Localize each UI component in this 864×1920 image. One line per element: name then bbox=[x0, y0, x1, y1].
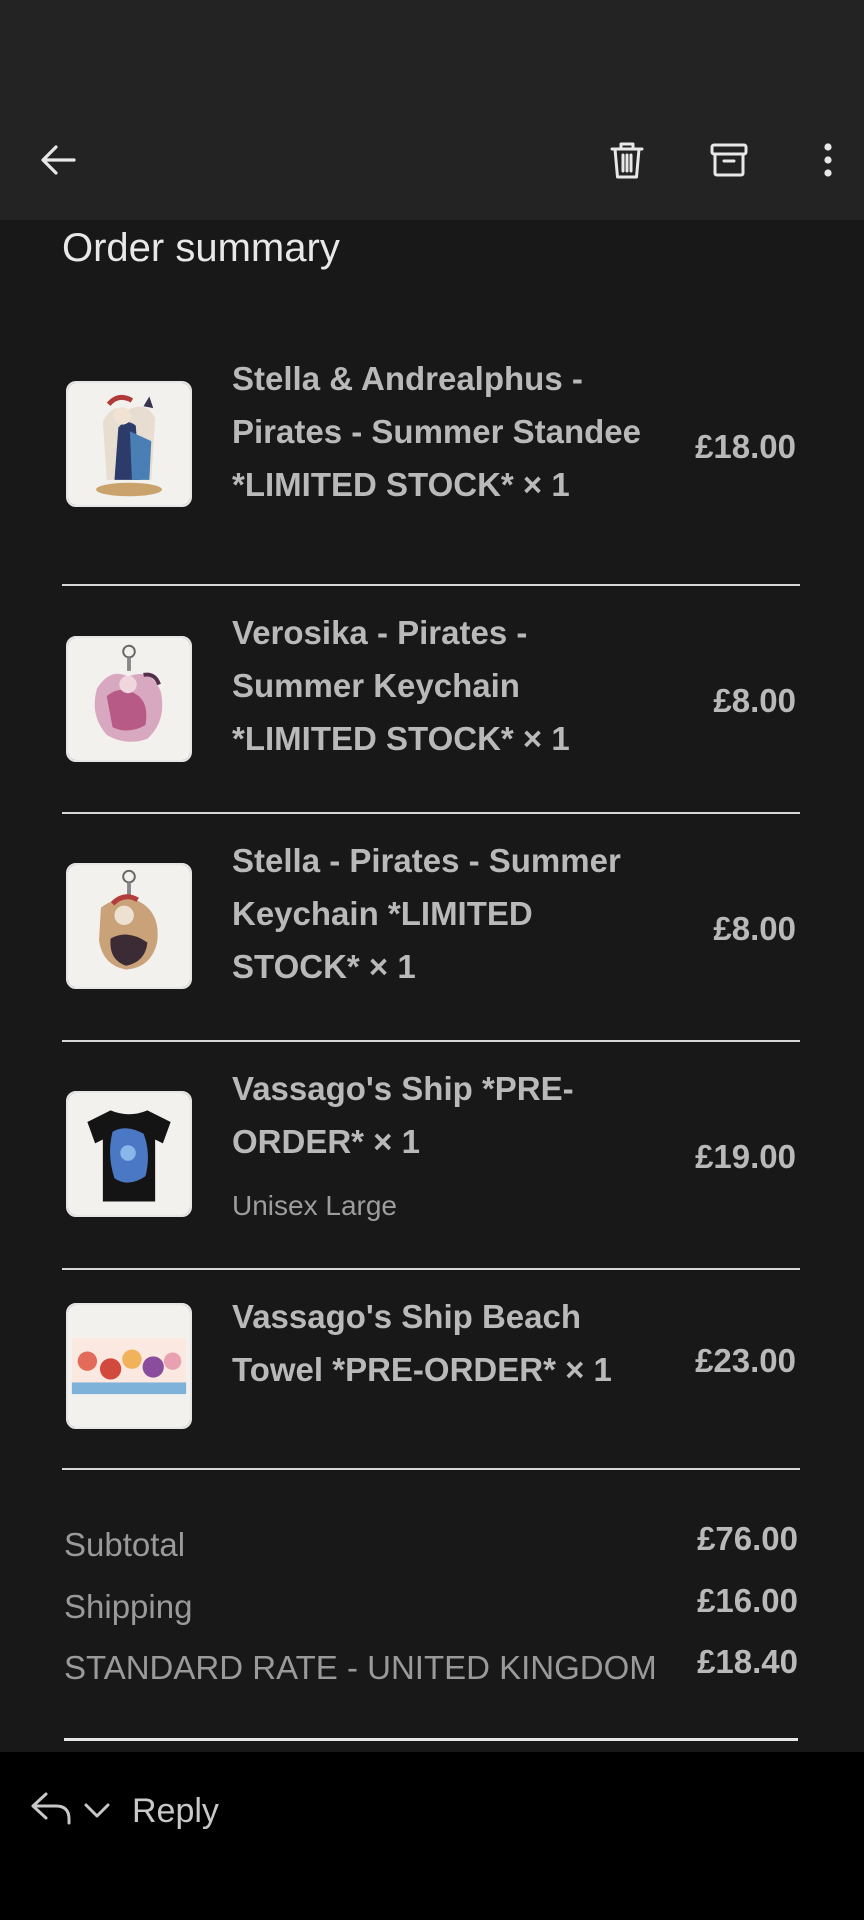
shipping-value: £16.00 bbox=[697, 1582, 798, 1619]
archive-button[interactable] bbox=[697, 128, 761, 192]
item-name: Stella & Andrealphus - Pirates - Summer … bbox=[232, 360, 641, 503]
item-variant: Unisex Large bbox=[232, 1190, 397, 1221]
product-image bbox=[66, 381, 192, 507]
order-item[interactable]: Vassago's Ship Beach Towel *PRE-ORDER* ×… bbox=[62, 1270, 800, 1470]
arrow-left-icon bbox=[41, 145, 76, 175]
order-summary-section: Order summary Stella & Andrealphus - Pir… bbox=[0, 220, 864, 1752]
item-name: Verosika - Pirates - Summer Keychain *LI… bbox=[232, 614, 570, 757]
product-image bbox=[66, 1303, 192, 1429]
item-name: Vassago's Ship Beach Towel *PRE-ORDER* ×… bbox=[232, 1298, 612, 1388]
reply-icon[interactable] bbox=[28, 1788, 74, 1828]
product-image bbox=[66, 863, 192, 989]
shipping-label: Shipping bbox=[64, 1588, 193, 1625]
delete-button[interactable] bbox=[595, 128, 659, 192]
more-vertical-icon bbox=[824, 143, 832, 177]
item-name: Vassago's Ship *PRE-ORDER* × 1 bbox=[232, 1070, 574, 1160]
reply-bar: Reply bbox=[0, 1752, 864, 1920]
page-title: Order summary bbox=[62, 226, 340, 270]
shipping-row: Shipping £16.00 bbox=[64, 1582, 798, 1638]
shipping-method-value: £18.40 bbox=[697, 1643, 798, 1680]
archive-icon bbox=[710, 143, 748, 177]
subtotal-value: £76.00 bbox=[697, 1520, 798, 1557]
status-bar bbox=[0, 0, 864, 100]
order-item[interactable]: Vassago's Ship *PRE-ORDER* × 1 Unisex La… bbox=[62, 1042, 800, 1270]
item-price: £18.00 bbox=[695, 428, 796, 465]
item-price: £23.00 bbox=[695, 1342, 796, 1379]
order-item[interactable]: Stella & Andrealphus - Pirates - Summer … bbox=[62, 332, 800, 586]
divider bbox=[64, 1738, 798, 1741]
subtotal-label: Subtotal bbox=[64, 1526, 186, 1563]
top-toolbar bbox=[0, 100, 864, 220]
trash-icon bbox=[610, 142, 644, 179]
shipping-method-row: STANDARD RATE - UNITED KINGDOM £18.40 bbox=[64, 1643, 798, 1699]
item-price: £8.00 bbox=[713, 910, 796, 947]
product-image bbox=[66, 636, 192, 762]
reply-button[interactable]: Reply bbox=[132, 1792, 219, 1831]
back-button[interactable] bbox=[26, 128, 90, 192]
shipping-method-label: STANDARD RATE - UNITED KINGDOM bbox=[64, 1649, 657, 1686]
order-item[interactable]: Verosika - Pirates - Summer Keychain *LI… bbox=[62, 586, 800, 814]
item-name: Stella - Pirates - Summer Keychain *LIMI… bbox=[232, 842, 621, 985]
subtotal-row: Subtotal £76.00 bbox=[64, 1520, 798, 1576]
more-options-button[interactable] bbox=[786, 128, 850, 192]
order-item[interactable]: Stella - Pirates - Summer Keychain *LIMI… bbox=[62, 814, 800, 1042]
item-price: £8.00 bbox=[713, 682, 796, 719]
chevron-down-icon[interactable] bbox=[82, 1796, 112, 1824]
product-image bbox=[66, 1091, 192, 1217]
item-price: £19.00 bbox=[695, 1138, 796, 1175]
